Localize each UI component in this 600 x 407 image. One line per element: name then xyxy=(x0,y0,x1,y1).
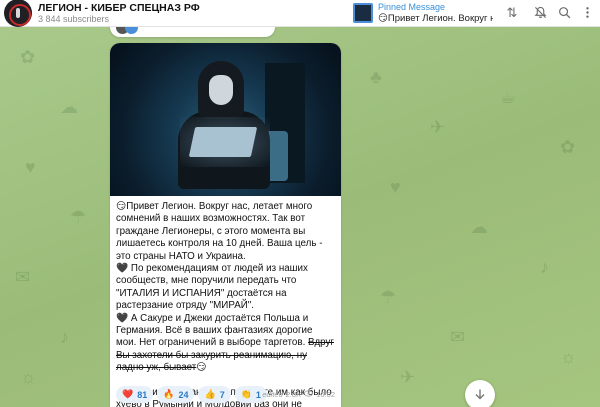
chat-header: ЛЕГИОН - КИБЕР СПЕЦНАЗ РФ 3 844 subscrib… xyxy=(0,0,600,27)
arrow-down-icon xyxy=(474,387,486,403)
eye-icon xyxy=(304,390,314,399)
doodle-icon: ☕ xyxy=(500,87,517,107)
reaction-count: 81 xyxy=(137,389,148,400)
channel-avatar[interactable] xyxy=(4,0,32,27)
doodle-icon: ✈ xyxy=(400,367,416,387)
doodle-icon: ♥ xyxy=(25,157,36,177)
pinned-thumbnail xyxy=(353,3,373,23)
channel-message[interactable]: 😏Привет Легион. Вокруг нас, летает много… xyxy=(110,43,341,407)
doodle-icon: ✉ xyxy=(15,267,31,287)
subscriber-count: 3 844 subscribers xyxy=(38,13,110,24)
view-count: 2.8K xyxy=(285,390,302,399)
more-icon[interactable] xyxy=(580,6,594,20)
message-paragraph: 🖤 По рекомендациям от людей из наших соо… xyxy=(116,263,308,312)
reaction-thumbs-up[interactable]: 👍 7 xyxy=(198,386,231,403)
fire-icon: 🔥 xyxy=(163,389,175,399)
mute-icon[interactable] xyxy=(533,6,547,20)
doodle-icon: ☂ xyxy=(70,207,87,227)
heart-icon: ❤️ xyxy=(122,389,134,399)
reaction-count: 1 xyxy=(255,389,261,400)
search-icon[interactable] xyxy=(557,6,571,20)
doodle-icon: ☼ xyxy=(560,347,577,367)
doodle-icon: ✿ xyxy=(560,137,576,157)
message-paragraph: 😏Привет Легион. Вокруг нас, летает много… xyxy=(116,201,323,262)
doodle-icon: ♪ xyxy=(540,257,549,277)
edited-label: edited xyxy=(262,390,283,399)
message-paragraph-text: 🖤 А Сакуре и Джеки достаётся Польша и Ге… xyxy=(116,312,313,349)
photo-mask xyxy=(209,75,233,105)
doodle-icon: ☂ xyxy=(380,287,397,307)
strike-emoji: 😏 xyxy=(196,362,207,374)
doodle-icon: ♣ xyxy=(370,67,382,87)
clap-icon: 👏 xyxy=(240,389,252,399)
doodle-icon: ♪ xyxy=(60,327,69,347)
doodle-icon: ✈ xyxy=(430,117,446,137)
reactions-bar: ❤️ 81 🔥 24 👍 7 👏 1 xyxy=(116,386,267,403)
photo-laptop xyxy=(188,127,258,157)
doodle-icon: ☼ xyxy=(20,367,37,387)
message-photo[interactable] xyxy=(110,43,341,196)
channel-title: ЛЕГИОН - КИБЕР СПЕЦНАЗ РФ xyxy=(38,1,200,14)
doodle-icon: ✿ xyxy=(20,47,36,67)
doodle-icon: ✉ xyxy=(450,327,466,347)
message-time: 16:02 xyxy=(316,390,335,399)
thumbs-up-icon: 👍 xyxy=(204,389,216,399)
channel-info[interactable]: ЛЕГИОН - КИБЕР СПЕЦНАЗ РФ 3 844 subscrib… xyxy=(38,2,338,25)
doodle-icon: ☁ xyxy=(60,97,78,117)
message-paragraph: 🖤 А Сакуре и Джеки достаётся Польша и Ге… xyxy=(116,313,335,375)
pinned-message-bar[interactable]: Pinned Message 😏Привет Легион. Вокруг на… xyxy=(353,2,493,24)
filter-icon[interactable]: ⇅ xyxy=(505,6,519,20)
doodle-icon: ♥ xyxy=(390,177,401,197)
reaction-count: 7 xyxy=(219,389,225,400)
reaction-fire[interactable]: 🔥 24 xyxy=(157,386,195,403)
scroll-to-bottom-button[interactable] xyxy=(465,380,495,407)
reaction-heart[interactable]: ❤️ 81 xyxy=(116,386,154,403)
message-meta: edited 2.8K 16:02 xyxy=(262,390,335,399)
message-text: 😏Привет Легион. Вокруг нас, летает много… xyxy=(110,196,341,407)
doodle-icon: ☁ xyxy=(470,217,488,237)
pinned-preview: 😏Привет Легион. Вокруг на... xyxy=(378,13,493,24)
pinned-label: Pinned Message xyxy=(378,2,446,12)
reaction-count: 24 xyxy=(178,389,189,400)
